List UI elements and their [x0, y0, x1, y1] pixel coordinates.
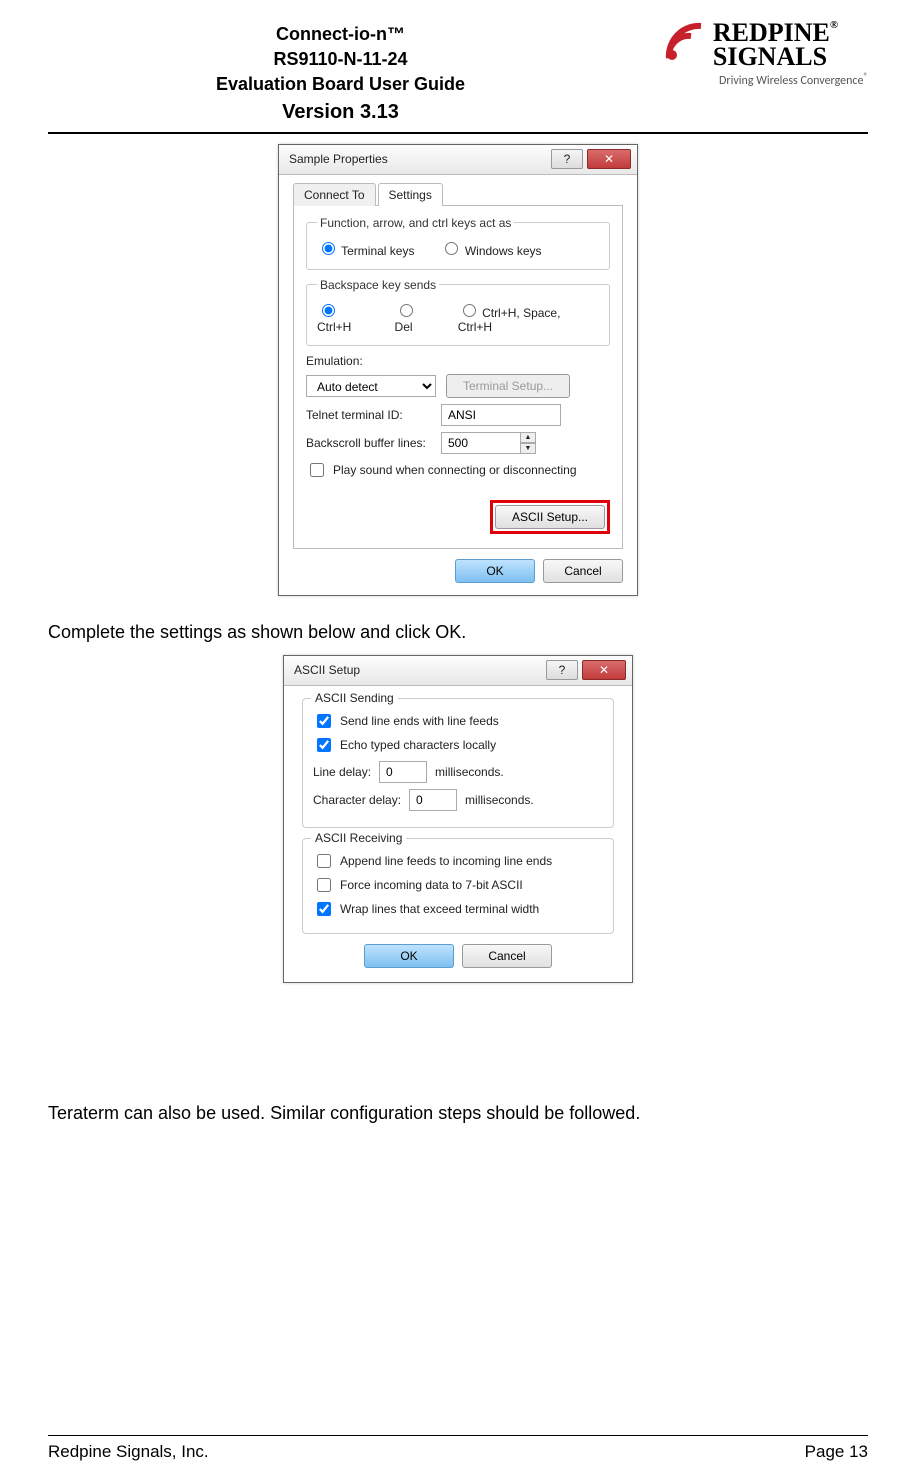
backscroll-input[interactable]: [441, 432, 521, 454]
send-line-ends-checkbox[interactable]: [317, 714, 331, 728]
footer-company: Redpine Signals, Inc.: [48, 1442, 209, 1462]
company-logo-block: REDPINE® SIGNALS Driving Wireless Conver…: [633, 20, 868, 88]
instruction-text-1: Complete the settings as shown below and…: [48, 622, 868, 643]
telnet-id-input[interactable]: [441, 404, 561, 426]
char-delay-unit: milliseconds.: [465, 793, 534, 807]
radio-ctrlh-space[interactable]: Ctrl+H, Space, Ctrl+H: [458, 301, 581, 334]
play-sound-label: Play sound when connecting or disconnect…: [333, 463, 577, 477]
ascii-receiving-title: ASCII Receiving: [311, 831, 406, 845]
ascii-sending-title: ASCII Sending: [311, 691, 398, 705]
echo-typed-checkbox[interactable]: [317, 738, 331, 752]
doc-title-block: Connect-io-n™ RS9110-N-11-24 Evaluation …: [48, 20, 633, 126]
emulation-select[interactable]: Auto detect: [306, 375, 436, 397]
help-button[interactable]: ?: [551, 149, 583, 169]
help-button[interactable]: ?: [546, 660, 578, 680]
ascii-receiving-group: ASCII Receiving Append line feeds to inc…: [302, 838, 614, 934]
doc-version: Version 3.13: [282, 101, 399, 123]
terminal-setup-button: Terminal Setup...: [446, 374, 570, 398]
emulation-label: Emulation:: [306, 354, 431, 368]
wrap-lines-label: Wrap lines that exceed terminal width: [340, 902, 539, 916]
radio-terminal-keys-input[interactable]: [322, 242, 335, 255]
radio-ctrlh-label: Ctrl+H: [317, 320, 351, 334]
play-sound-checkbox[interactable]: [310, 463, 324, 477]
radio-ctrlh-input[interactable]: [322, 304, 335, 317]
page-footer: Redpine Signals, Inc. Page 13: [48, 1435, 868, 1462]
line-delay-unit: milliseconds.: [435, 765, 504, 779]
cancel-button[interactable]: Cancel: [462, 944, 552, 968]
cancel-button[interactable]: Cancel: [543, 559, 623, 583]
close-button[interactable]: ✕: [582, 660, 626, 680]
footer-page-number: Page 13: [805, 1442, 868, 1462]
sample-properties-dialog: Sample Properties ? ✕ Connect To Setting…: [278, 144, 638, 596]
logo-text-bottom: SIGNALS: [713, 45, 838, 68]
tab-connect-to[interactable]: Connect To: [293, 183, 376, 206]
ascii-sending-group: ASCII Sending Send line ends with line f…: [302, 698, 614, 828]
radio-windows-keys[interactable]: Windows keys: [440, 239, 541, 258]
radio-ctrlh[interactable]: Ctrl+H: [317, 301, 369, 334]
ok-button[interactable]: OK: [364, 944, 454, 968]
ascii-setup-button[interactable]: ASCII Setup...: [495, 505, 605, 529]
doc-title-2: RS9110-N-11-24: [48, 47, 633, 72]
line-delay-input[interactable]: [379, 761, 427, 783]
append-lf-label: Append line feeds to incoming line ends: [340, 854, 552, 868]
dialog-title: Sample Properties: [289, 152, 547, 166]
force-7bit-label: Force incoming data to 7-bit ASCII: [340, 878, 523, 892]
function-keys-legend: Function, arrow, and ctrl keys act as: [317, 216, 514, 230]
ascii-dialog-title: ASCII Setup: [294, 663, 542, 677]
backspace-group: Backspace key sends Ctrl+H Del Ctrl+H, S…: [306, 278, 610, 346]
backscroll-label: Backscroll buffer lines:: [306, 436, 431, 450]
line-delay-label: Line delay:: [313, 765, 371, 779]
telnet-id-label: Telnet terminal ID:: [306, 408, 431, 422]
doc-title-3: Evaluation Board User Guide: [48, 72, 633, 97]
force-7bit-checkbox[interactable]: [317, 878, 331, 892]
append-lf-checkbox[interactable]: [317, 854, 331, 868]
send-line-ends-label: Send line ends with line feeds: [340, 714, 499, 728]
radio-windows-keys-label: Windows keys: [465, 244, 542, 258]
radio-del-label: Del: [395, 320, 413, 334]
ascii-titlebar: ASCII Setup ? ✕: [284, 656, 632, 686]
settings-panel: Function, arrow, and ctrl keys act as Te…: [293, 205, 623, 549]
instruction-text-2: Teraterm can also be used. Similar confi…: [48, 1103, 868, 1124]
tab-settings[interactable]: Settings: [378, 183, 443, 206]
echo-typed-label: Echo typed characters locally: [340, 738, 496, 752]
radio-windows-keys-input[interactable]: [445, 242, 458, 255]
radio-del-input[interactable]: [400, 304, 413, 317]
doc-title-1: Connect-io-n™: [48, 22, 633, 47]
spinner-down-icon[interactable]: ▼: [520, 443, 536, 454]
page-header: Connect-io-n™ RS9110-N-11-24 Evaluation …: [48, 20, 868, 134]
wifi-arc-icon: [663, 20, 707, 69]
close-icon: ✕: [604, 152, 614, 166]
function-keys-group: Function, arrow, and ctrl keys act as Te…: [306, 216, 610, 270]
radio-terminal-keys[interactable]: Terminal keys: [317, 239, 414, 258]
char-delay-input[interactable]: [409, 789, 457, 811]
ascii-setup-dialog: ASCII Setup ? ✕ ASCII Sending Send line …: [283, 655, 633, 983]
radio-ctrlh-space-input[interactable]: [463, 304, 476, 317]
close-icon: ✕: [599, 663, 609, 677]
ascii-setup-highlight: ASCII Setup...: [490, 500, 610, 534]
dialog-titlebar: Sample Properties ? ✕: [279, 145, 637, 175]
close-button[interactable]: ✕: [587, 149, 631, 169]
ok-button[interactable]: OK: [455, 559, 535, 583]
radio-del[interactable]: Del: [395, 301, 432, 334]
wrap-lines-checkbox[interactable]: [317, 902, 331, 916]
radio-terminal-keys-label: Terminal keys: [341, 244, 414, 258]
logo-tagline: Driving Wireless Convergence: [719, 74, 863, 88]
char-delay-label: Character delay:: [313, 793, 401, 807]
backspace-legend: Backspace key sends: [317, 278, 439, 292]
spinner-up-icon[interactable]: ▲: [520, 432, 536, 443]
